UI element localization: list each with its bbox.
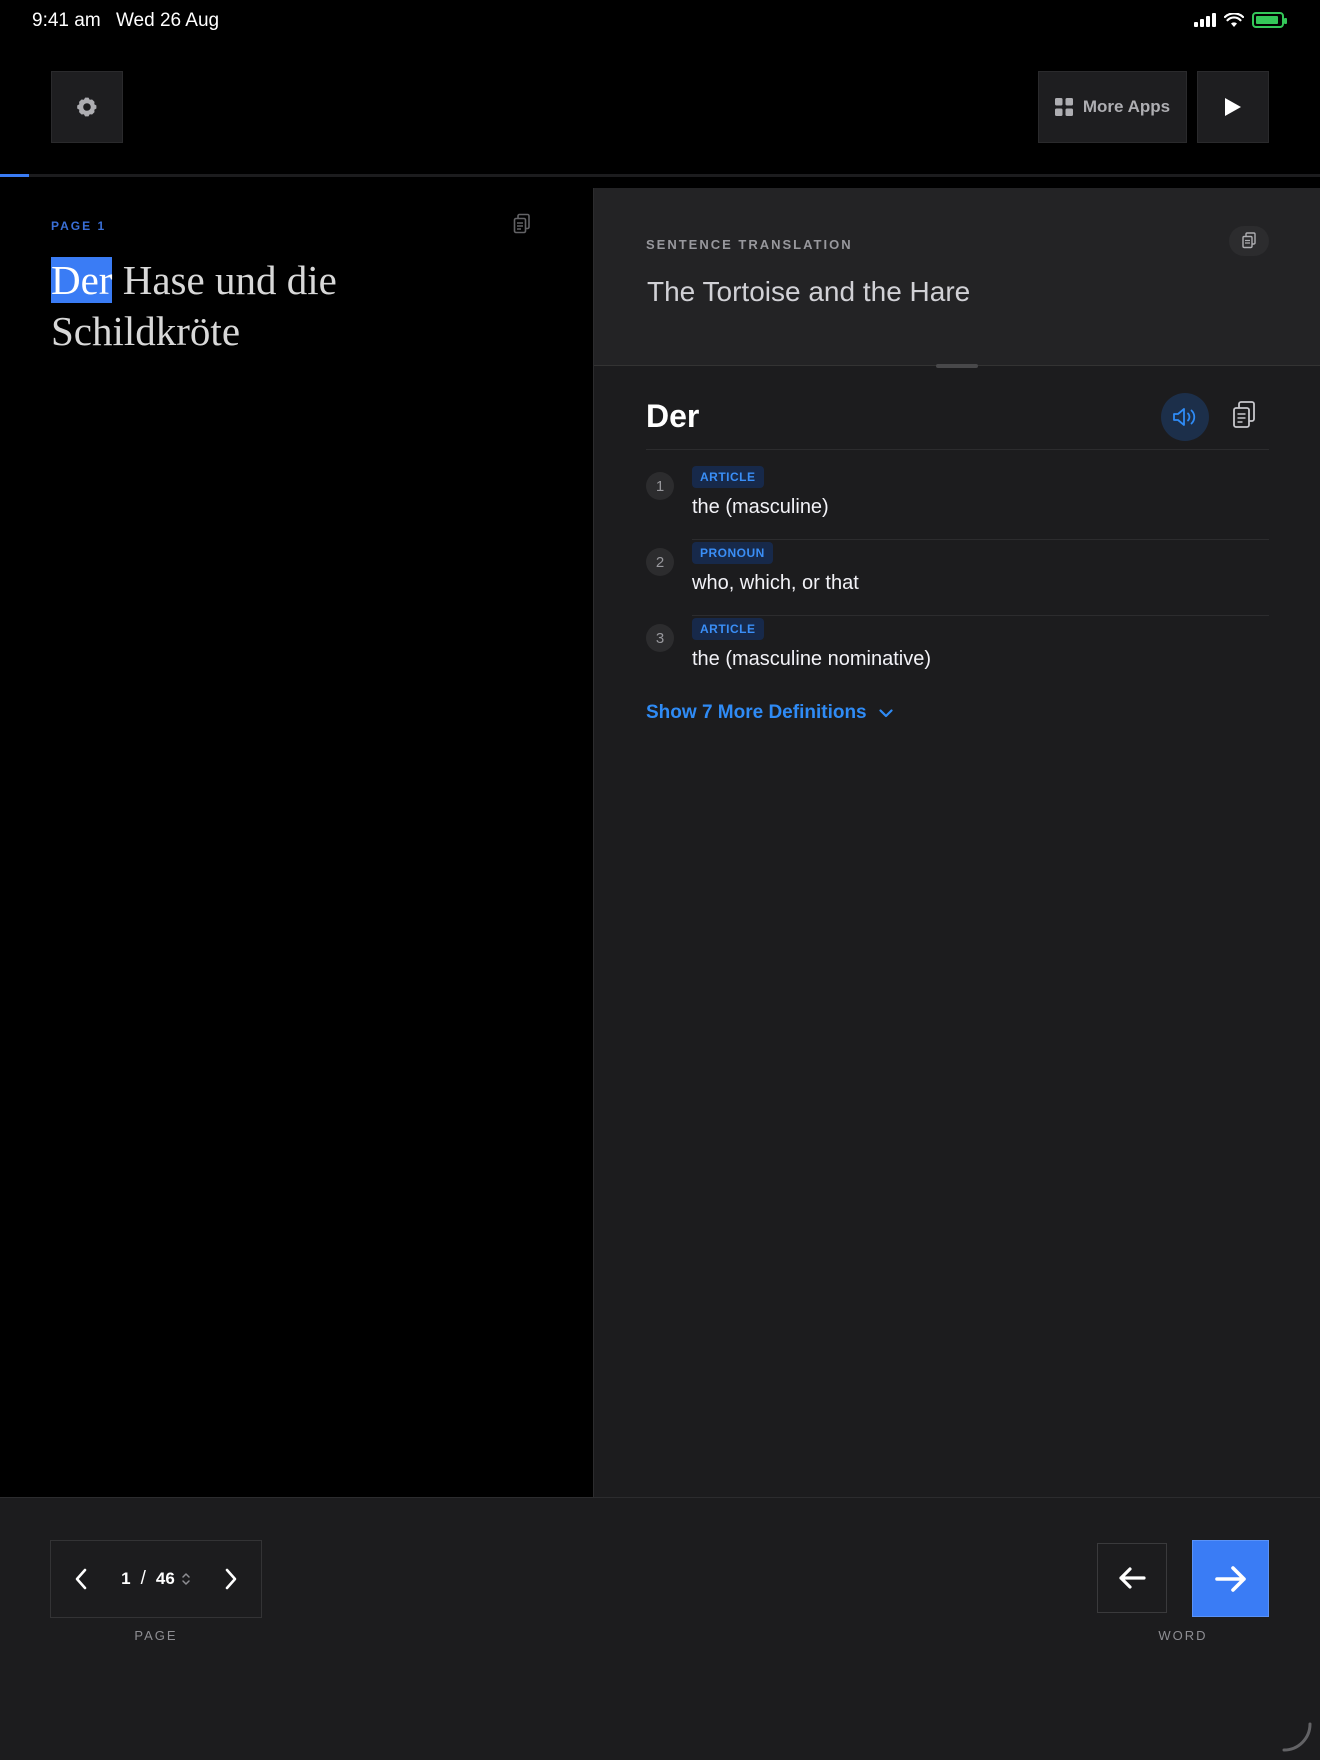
- page-nav-label: PAGE: [134, 1628, 178, 1643]
- headword: Der: [646, 398, 700, 434]
- translation-text: The Tortoise and the Hare: [647, 276, 971, 307]
- copy-page-button[interactable]: [512, 213, 532, 240]
- arrow-left-icon: [1119, 1567, 1146, 1589]
- source-text-pane: PAGE 1 Der Hase und die Schildkröte: [0, 177, 593, 1497]
- dictionary-pane: SENTENCE TRANSLATION The Tortoise and th…: [593, 188, 1320, 1497]
- definition-text: the (masculine): [692, 496, 829, 518]
- play-icon: [1225, 98, 1241, 116]
- page-number-label: PAGE 1: [51, 219, 107, 233]
- sentence-word[interactable]: Hase: [123, 257, 205, 303]
- definition-text: the (masculine nominative): [692, 648, 931, 670]
- speaker-icon: [1173, 408, 1196, 426]
- grid-icon: [1054, 98, 1073, 116]
- next-word-button[interactable]: [1192, 1540, 1269, 1617]
- sentence-word[interactable]: die: [287, 257, 337, 303]
- copy-word-button[interactable]: [1231, 400, 1257, 435]
- divider: [692, 615, 1269, 616]
- bottom-navigation-bar: 1 / 46 PAGE WORD: [0, 1497, 1320, 1760]
- page-navigator: 1 / 46: [50, 1540, 262, 1618]
- part-of-speech-badge: PRONOUN: [692, 542, 773, 564]
- definition-number: 2: [646, 548, 674, 576]
- show-more-label: Show 7 More Definitions: [646, 702, 867, 723]
- divider: [692, 539, 1269, 540]
- part-of-speech-badge: ARTICLE: [692, 466, 764, 488]
- gear-icon: [77, 97, 97, 117]
- word-nav-label: WORD: [1158, 1628, 1208, 1643]
- definition-text: who, which, or that: [692, 572, 859, 594]
- sentence-translation-card: SENTENCE TRANSLATION The Tortoise and th…: [594, 188, 1320, 368]
- status-date: Wed 26 Aug: [115, 10, 220, 31]
- top-toolbar: More Apps: [0, 71, 1320, 143]
- definition-number: 3: [646, 624, 674, 652]
- wifi-icon: [1224, 12, 1244, 27]
- chevron-left-icon: [75, 1568, 87, 1590]
- battery-charging-icon: [1252, 12, 1287, 28]
- definitions-list: 1 ARTICLE the (masculine) 2 PRONOUN who, whic…: [646, 466, 1269, 694]
- status-time-date: 9:41 am Wed 26 Aug: [32, 10, 229, 32]
- play-button[interactable]: [1197, 71, 1269, 143]
- chevron-right-icon: [225, 1568, 237, 1590]
- previous-word-button[interactable]: [1097, 1543, 1167, 1613]
- resize-handle[interactable]: [936, 364, 978, 368]
- cellular-signal-icon: [1194, 13, 1216, 27]
- resize-corner-icon: [1282, 1722, 1312, 1752]
- show-more-definitions-button[interactable]: Show 7 More Definitions: [646, 702, 893, 724]
- definition-item: 2 PRONOUN who, which, or that: [646, 542, 1269, 618]
- selected-word[interactable]: Der: [51, 257, 113, 303]
- status-bar: 9:41 am Wed 26 Aug: [0, 0, 1320, 40]
- next-page-button[interactable]: [201, 1540, 261, 1618]
- chevron-down-icon: [879, 708, 893, 717]
- status-time: 9:41 am: [32, 10, 101, 31]
- page-separator: /: [140, 1568, 146, 1589]
- copy-translation-button[interactable]: [1229, 226, 1269, 256]
- divider: [646, 449, 1269, 450]
- current-page: 1: [121, 1569, 131, 1588]
- translation-label: SENTENCE TRANSLATION: [646, 237, 853, 252]
- definition-number: 1: [646, 472, 674, 500]
- copy-icon: [513, 213, 530, 234]
- pronounce-button[interactable]: [1161, 393, 1209, 441]
- total-pages: 46: [155, 1569, 175, 1588]
- status-icons: [1194, 12, 1287, 28]
- chevron-updown-icon: [182, 1573, 190, 1585]
- arrow-right-icon: [1214, 1565, 1246, 1592]
- source-sentence: Der Hase und die Schildkröte: [51, 255, 531, 357]
- previous-page-button[interactable]: [51, 1540, 111, 1618]
- part-of-speech-badge: ARTICLE: [692, 618, 764, 640]
- settings-button[interactable]: [51, 71, 123, 143]
- definition-item: 3 ARTICLE the (masculine nominative): [646, 618, 1269, 694]
- more-apps-label: More Apps: [1082, 97, 1171, 116]
- page-picker[interactable]: 1 / 46: [111, 1568, 201, 1590]
- more-apps-button[interactable]: More Apps: [1038, 71, 1187, 143]
- copy-icon: [1242, 232, 1256, 249]
- sentence-word[interactable]: und: [215, 257, 277, 303]
- sentence-word[interactable]: Schildkröte: [51, 308, 240, 354]
- copy-icon: [1233, 401, 1255, 428]
- definition-item: 1 ARTICLE the (masculine): [646, 466, 1269, 542]
